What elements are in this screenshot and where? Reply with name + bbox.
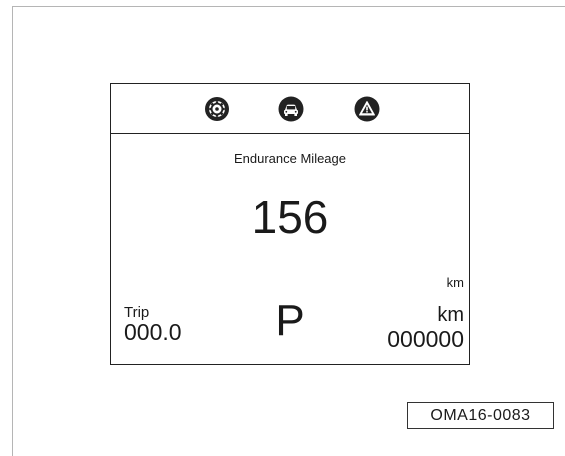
endurance-mileage-label: Endurance Mileage xyxy=(233,151,347,166)
mileage-unit: km xyxy=(446,275,464,290)
odometer-unit: km xyxy=(437,304,464,326)
figure-code-label: OMA16-0083 xyxy=(407,402,554,429)
icon-bar xyxy=(111,84,469,134)
settings-icon[interactable] xyxy=(204,96,230,122)
warning-icon[interactable] xyxy=(354,96,380,122)
car-icon[interactable] xyxy=(278,96,304,122)
odometer-value: 000000 xyxy=(387,326,464,352)
endurance-mileage-value: 156 xyxy=(251,191,329,243)
instrument-display: Endurance Mileage 156 km Trip 000.0 P km… xyxy=(110,83,470,365)
